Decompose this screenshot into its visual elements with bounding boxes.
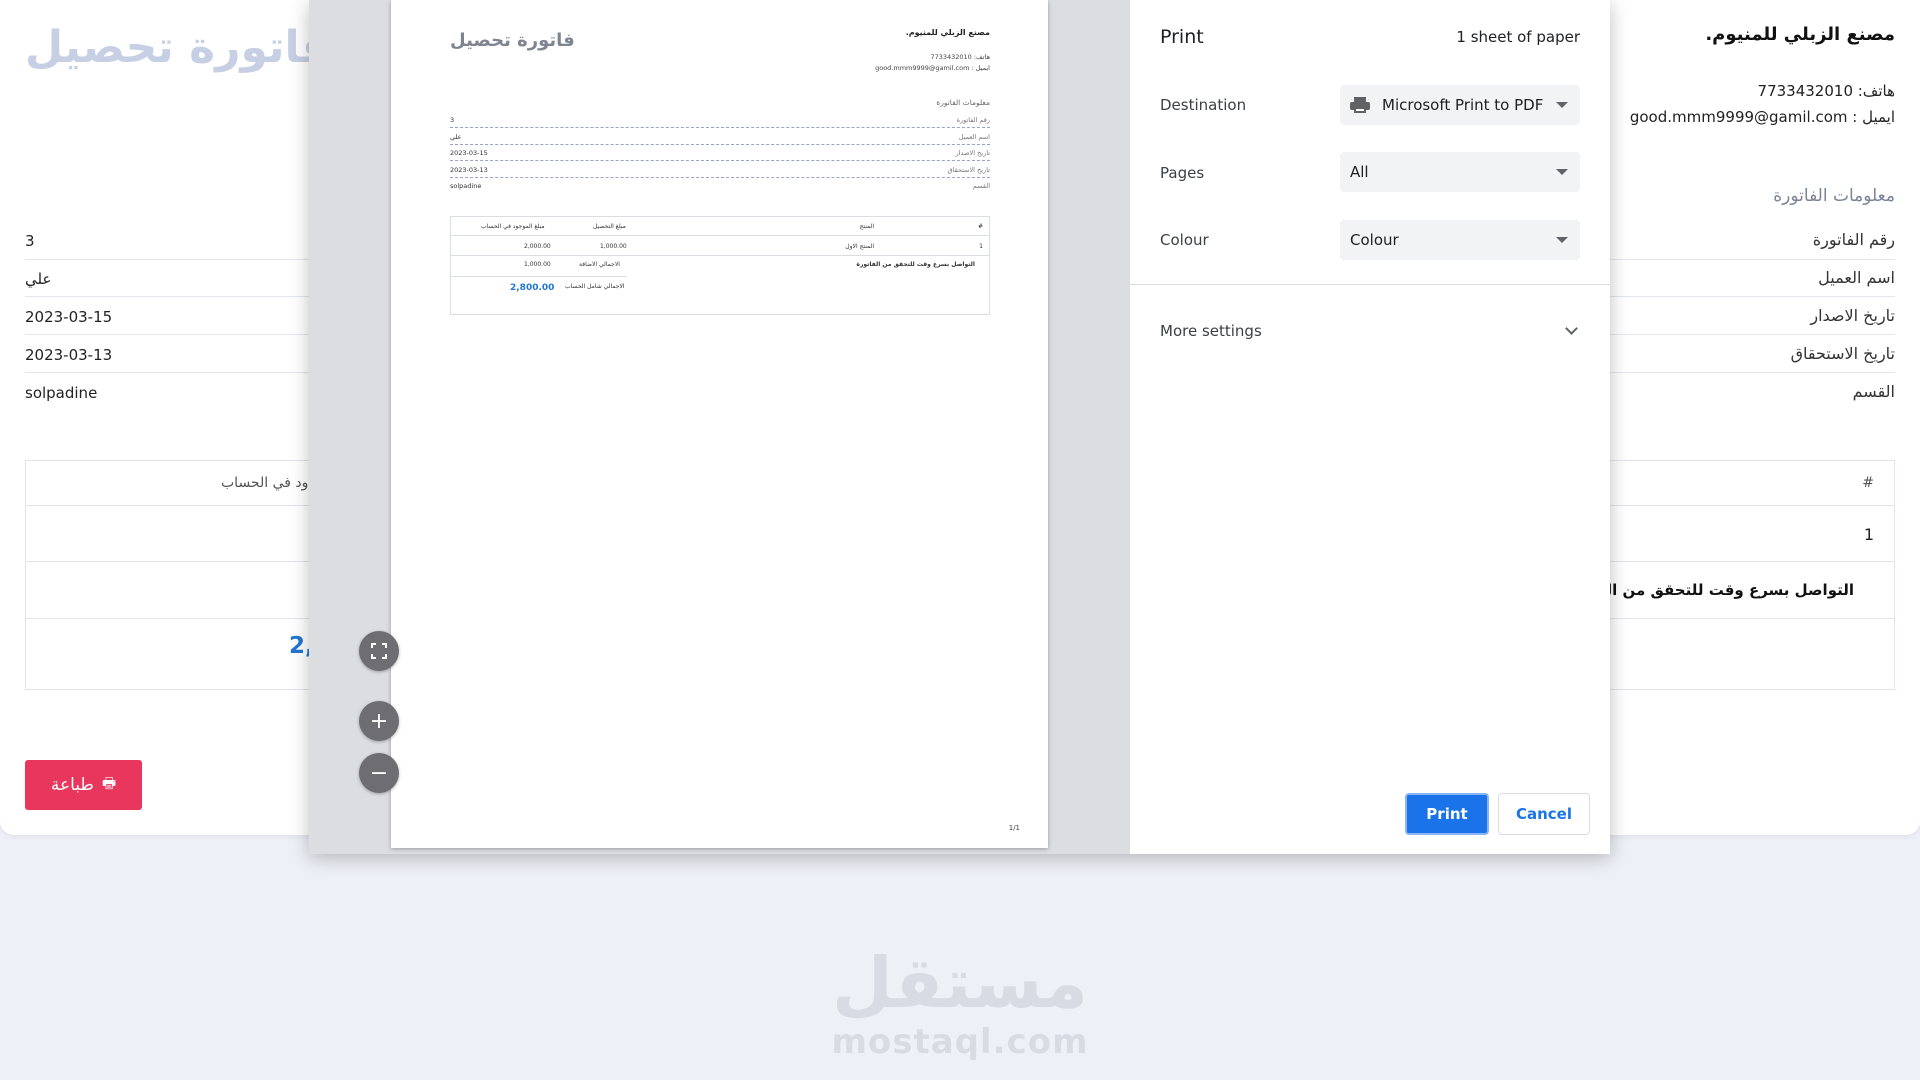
- company-email: ايميل : good.mmm9999@gamil.com: [1629, 108, 1895, 126]
- table-header-balance: ود في الحساب: [221, 475, 309, 491]
- colour-label: Colour: [1160, 231, 1209, 249]
- printer-icon: 🖶: [101, 774, 117, 792]
- preview-info-heading: معلومات الفاتورة: [936, 98, 990, 107]
- invoice-number-value: 3: [25, 232, 35, 250]
- dropdown-caret-icon: [1556, 169, 1568, 175]
- table-row-number: 1: [1863, 525, 1874, 544]
- watermark-url: mostaql.com: [831, 1022, 1089, 1062]
- zoom-in-button[interactable]: +: [359, 701, 399, 741]
- chevron-down-icon[interactable]: [1565, 322, 1578, 335]
- watermark-logo: مستقل: [831, 942, 1088, 1024]
- preview-table-divider: [451, 235, 989, 236]
- more-settings-toggle[interactable]: More settings: [1160, 322, 1262, 340]
- preview-divider: [450, 177, 990, 178]
- invoice-number-label: رقم الفاتورة: [1812, 230, 1895, 249]
- preview-department-label: القسم: [972, 182, 990, 190]
- issue-date-value: 2023-03-15: [25, 308, 113, 326]
- pages-select[interactable]: All: [1340, 152, 1580, 192]
- preview-added-total-value: 1,000.00: [524, 261, 551, 268]
- destination-label: Destination: [1160, 96, 1247, 114]
- settings-divider: [1130, 284, 1610, 285]
- preview-row-collected: 1,000.00: [600, 243, 627, 250]
- table-header-hash: #: [1862, 475, 1874, 491]
- print-preview-page: مصنع الزبلي للمنيوم. هاتف: 7733432010 اي…: [391, 0, 1048, 848]
- destination-value: Microsoft Print to PDF: [1382, 96, 1544, 114]
- preview-invoice-number-label: رقم الفاتورة: [956, 116, 990, 124]
- print-settings-panel: Print 1 sheet of paper Destination Micro…: [1130, 0, 1610, 854]
- minus-icon: −: [369, 760, 389, 786]
- preview-added-total-label: الاجمالي الاضافة: [579, 261, 620, 268]
- print-invoice-label: طباعة: [50, 775, 94, 794]
- preview-email: ايميل : good.mmm9999@gamil.com: [875, 64, 990, 72]
- preview-divider: [450, 160, 990, 161]
- company-name: مصنع الزبلي للمنيوم.: [1705, 24, 1895, 45]
- plus-icon: +: [369, 708, 389, 734]
- invoice-title: فاتورة تحصيل: [25, 22, 330, 73]
- print-invoice-button[interactable]: 🖶 طباعة: [25, 760, 142, 810]
- preview-customer-name-value: علي: [450, 133, 462, 141]
- preview-page-number: 1/1: [1008, 824, 1020, 832]
- customer-name-label: اسم العميل: [1818, 268, 1895, 287]
- print-preview-area: مصنع الزبلي للمنيوم. هاتف: 7733432010 اي…: [309, 0, 1130, 854]
- preview-col-balance: مبلغ الموجود في الحساب: [481, 223, 545, 230]
- dropdown-caret-icon: [1556, 102, 1568, 108]
- preview-grand-total-value: 2,800.00: [510, 283, 555, 293]
- preview-items-table: # المنتج مبلغ التحصيل مبلغ الموجود في ال…: [450, 216, 990, 315]
- preview-col-product: المنتج: [859, 223, 874, 230]
- preview-note: التواصل بسرع وقت للتحقق من الفاتورة: [856, 261, 975, 268]
- invoice-note: التواصل بسرع وقت للتحقق من الف: [1588, 581, 1854, 599]
- preview-customer-name-label: اسم العميل: [958, 133, 990, 141]
- preview-due-date-value: 2023-03-13: [450, 166, 488, 174]
- preview-col-collected: مبلغ التحصيل: [593, 223, 626, 230]
- cancel-button[interactable]: Cancel: [1498, 793, 1590, 835]
- preview-divider: [450, 144, 990, 145]
- due-date-label: تاريخ الاستحقاق: [1790, 344, 1895, 363]
- preview-table-divider: [451, 276, 626, 277]
- sheet-count: 1 sheet of paper: [1456, 28, 1580, 46]
- print-dialog: مصنع الزبلي للمنيوم. هاتف: 7733432010 اي…: [309, 0, 1610, 854]
- preview-department-value: solpadine: [450, 182, 482, 190]
- preview-phone: هاتف: 7733432010: [930, 53, 990, 61]
- dropdown-caret-icon: [1556, 237, 1568, 243]
- preview-grand-total-label: الاجمالي شامل الحساب: [565, 283, 625, 290]
- fit-to-page-button[interactable]: [359, 631, 399, 671]
- preview-divider: [450, 127, 990, 128]
- preview-row-product: المنتج الاول: [845, 243, 874, 250]
- preview-table-divider: [451, 255, 989, 256]
- preview-company-name: مصنع الزبلي للمنيوم.: [905, 28, 990, 37]
- colour-select[interactable]: Colour: [1340, 220, 1580, 260]
- issue-date-label: تاريخ الاصدار: [1810, 306, 1895, 325]
- preview-issue-date-label: تاريخ الاصدار: [955, 149, 990, 157]
- preview-row-number: 1: [979, 243, 983, 250]
- colour-value: Colour: [1350, 231, 1399, 249]
- printer-icon: [1350, 97, 1370, 113]
- preview-title: فاتورة تحصيل: [450, 30, 575, 51]
- preview-invoice-number-value: 3: [450, 116, 455, 124]
- preview-due-date-label: تاريخ الاستحقاق: [947, 166, 990, 174]
- pages-label: Pages: [1160, 164, 1205, 182]
- destination-select[interactable]: Microsoft Print to PDF: [1340, 85, 1580, 125]
- zoom-out-button[interactable]: −: [359, 753, 399, 793]
- pages-value: All: [1350, 163, 1369, 181]
- preview-issue-date-value: 2023-03-15: [450, 149, 488, 157]
- department-value: solpadine: [25, 384, 98, 402]
- due-date-value: 2023-03-13: [25, 346, 113, 364]
- company-phone: هاتف: 7733432010: [1757, 82, 1895, 100]
- print-dialog-title: Print: [1160, 26, 1204, 48]
- print-button[interactable]: Print: [1405, 793, 1489, 835]
- preview-col-hash: #: [977, 223, 983, 230]
- department-label: القسم: [1852, 382, 1895, 401]
- fit-to-page-icon: [371, 643, 387, 659]
- invoice-info-heading: معلومات الفاتورة: [1773, 186, 1895, 206]
- customer-name-value: علي: [25, 270, 52, 288]
- preview-row-balance: 2,000.00: [524, 243, 551, 250]
